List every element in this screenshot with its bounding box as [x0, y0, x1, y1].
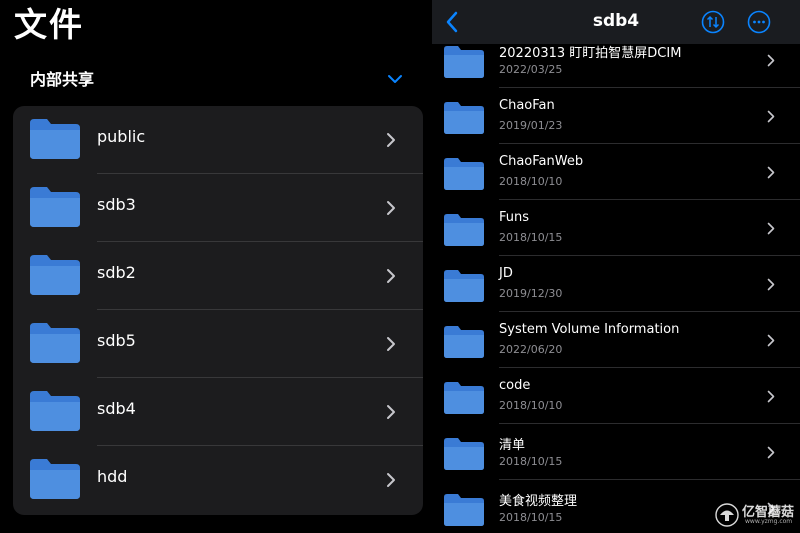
- folder-icon: [30, 255, 80, 295]
- folder-icon: [30, 459, 80, 499]
- file-name: ChaoFan: [499, 98, 555, 113]
- folder-icon: [30, 391, 80, 431]
- watermark-url: www.yzmg.com: [745, 518, 793, 525]
- file-name: ChaoFanWeb: [499, 154, 584, 169]
- folder-title: sdb4: [592, 11, 640, 31]
- watermark-logo: 亿智蘑菇 www.yzmg.com: [715, 501, 795, 529]
- chevron-right-icon: [387, 405, 395, 419]
- file-date: 2019/01/23: [499, 119, 563, 132]
- chevron-right-icon: [767, 110, 775, 123]
- navigation-bar: sdb4: [432, 0, 800, 44]
- page-title: 文件: [14, 5, 84, 44]
- folder-icon: [444, 270, 484, 302]
- share-item-label: public: [97, 127, 146, 146]
- share-item-sdb5[interactable]: sdb5: [13, 310, 423, 378]
- share-item-label: hdd: [97, 467, 128, 486]
- file-row[interactable]: Funs 2018/10/15: [432, 200, 800, 256]
- share-item-sdb4[interactable]: sdb4: [13, 378, 423, 446]
- file-date: 2022/06/20: [499, 343, 563, 356]
- share-item-sdb3[interactable]: sdb3: [13, 174, 423, 242]
- file-name: 清单: [499, 438, 526, 453]
- folder-icon: [444, 158, 484, 190]
- file-name: code: [499, 378, 531, 393]
- file-name: JD: [499, 266, 513, 281]
- file-name: System Volume Information: [499, 322, 680, 337]
- share-item-public[interactable]: public: [13, 106, 423, 174]
- share-item-label: sdb5: [97, 331, 136, 350]
- chevron-right-icon: [767, 446, 775, 459]
- chevron-right-icon: [767, 54, 775, 67]
- file-name: 20220313 盯盯拍智慧屏DCIM: [499, 46, 682, 61]
- file-row[interactable]: 清单 2018/10/15: [432, 424, 800, 480]
- file-row[interactable]: ChaoFan 2019/01/23: [432, 88, 800, 144]
- share-list-card: public sdb3 sdb2 sdb5 sdb4 hdd: [13, 106, 423, 515]
- more-options-icon[interactable]: [747, 10, 771, 34]
- file-date: 2018/10/15: [499, 455, 563, 468]
- folder-icon: [30, 323, 80, 363]
- chevron-right-icon: [767, 390, 775, 403]
- file-date: 2019/12/30: [499, 287, 563, 300]
- chevron-right-icon: [387, 133, 395, 147]
- file-name: Funs: [499, 210, 530, 225]
- file-name: 美食视频整理: [499, 494, 578, 509]
- file-row[interactable]: ChaoFanWeb 2018/10/10: [432, 144, 800, 200]
- chevron-right-icon: [387, 201, 395, 215]
- folder-icon: [444, 102, 484, 134]
- chevron-right-icon: [767, 166, 775, 179]
- file-row[interactable]: JD 2019/12/30: [432, 256, 800, 312]
- folder-icon: [30, 119, 80, 159]
- section-header-internal-share[interactable]: 内部共享: [30, 66, 94, 90]
- mushroom-logo-icon: [715, 503, 739, 527]
- sort-icon[interactable]: [701, 10, 725, 34]
- folder-icon: [444, 494, 484, 526]
- folder-icon: [444, 382, 484, 414]
- chevron-right-icon: [387, 337, 395, 351]
- file-date: 2018/10/10: [499, 399, 563, 412]
- file-date: 2022/03/25: [499, 63, 563, 76]
- share-item-label: sdb4: [97, 399, 136, 418]
- share-item-label: sdb2: [97, 263, 136, 282]
- share-item-hdd[interactable]: hdd: [13, 446, 423, 514]
- sidebar-panel: 文件 内部共享 public sdb3 sdb2 sdb5 sdb4 hdd: [0, 0, 432, 533]
- chevron-right-icon: [387, 269, 395, 283]
- folder-icon: [444, 326, 484, 358]
- file-row[interactable]: System Volume Information 2022/06/20: [432, 312, 800, 368]
- share-item-label: sdb3: [97, 195, 136, 214]
- chevron-right-icon: [387, 473, 395, 487]
- chevron-right-icon: [767, 222, 775, 235]
- folder-icon: [30, 187, 80, 227]
- folder-icon: [444, 214, 484, 246]
- file-date: 2018/10/15: [499, 511, 563, 524]
- chevron-right-icon: [767, 278, 775, 291]
- folder-icon: [444, 438, 484, 470]
- file-row[interactable]: code 2018/10/10: [432, 368, 800, 424]
- chevron-right-icon: [767, 334, 775, 347]
- folder-content-panel: sdb4 20220313 盯盯拍智慧屏DCIM 2022/03/25 Chao…: [432, 0, 800, 533]
- chevron-down-icon[interactable]: [386, 70, 404, 88]
- share-item-sdb2[interactable]: sdb2: [13, 242, 423, 310]
- file-date: 2018/10/10: [499, 175, 563, 188]
- folder-icon: [444, 46, 484, 78]
- file-date: 2018/10/15: [499, 231, 563, 244]
